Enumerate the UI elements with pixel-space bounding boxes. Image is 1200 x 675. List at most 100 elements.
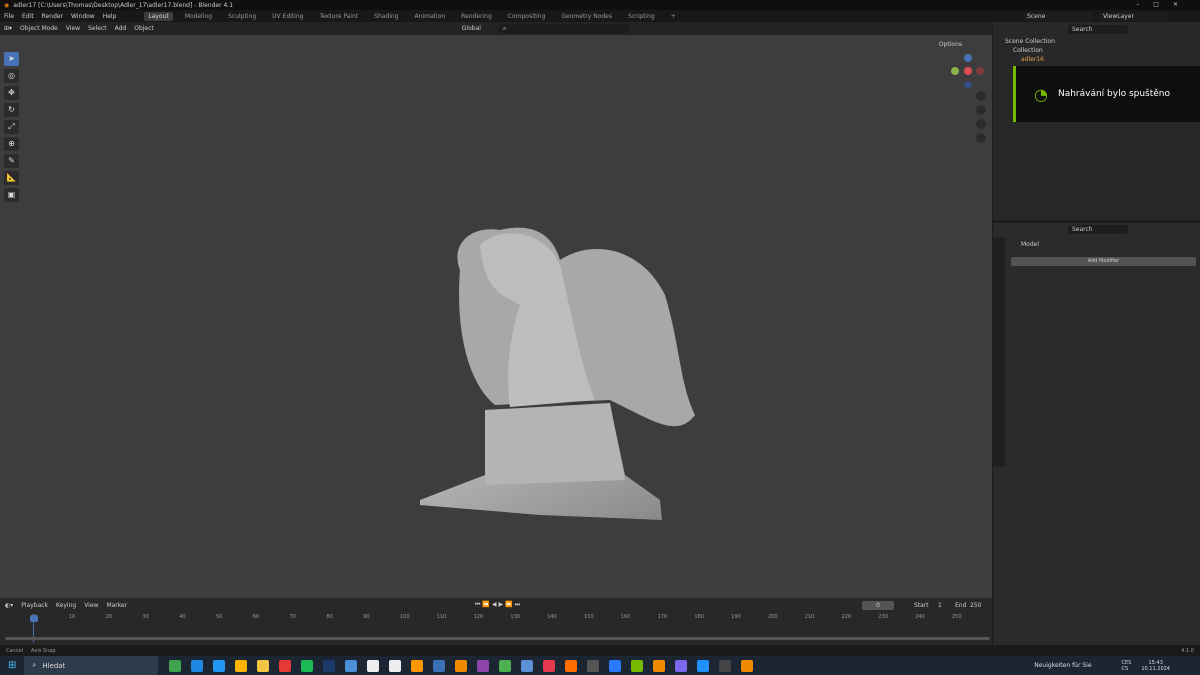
3d-viewport[interactable]: ➤ ◎ ✥ ↻ ⤢ ⊕ ✎ 📐 ▣ Options [0, 35, 992, 598]
tab-uv-editing[interactable]: UV Editing [268, 12, 307, 21]
view-layer-field[interactable]: ViewLayer [1099, 12, 1169, 21]
menu-playback[interactable]: Playback [21, 602, 48, 609]
outliner-search[interactable]: Search [1068, 25, 1128, 34]
timeline-scrollbar[interactable] [5, 637, 990, 640]
timeline[interactable]: ◐▾ Playback Keying View Marker ⏮⏪◀▶⏩⏭ 0 … [0, 598, 992, 645]
select-tool-icon[interactable]: ➤ [4, 52, 19, 66]
tool-shelf: ➤ ◎ ✥ ↻ ⤢ ⊕ ✎ 📐 ▣ [4, 52, 22, 202]
taskbar-app-icon[interactable] [213, 659, 226, 672]
transform-tool-icon[interactable]: ⊕ [4, 137, 19, 151]
tab-shading[interactable]: Shading [370, 12, 402, 21]
menu-edit[interactable]: Edit [22, 13, 34, 20]
taskbar-app-icon[interactable] [543, 659, 556, 672]
options-button[interactable]: Options [939, 41, 962, 48]
taskbar-app-icon[interactable] [697, 659, 710, 672]
scene-selector[interactable]: Scene ViewLayer [1023, 12, 1169, 21]
playhead[interactable] [30, 615, 38, 622]
menu-keying[interactable]: Keying [56, 602, 76, 609]
taskbar-app-icon[interactable] [631, 659, 644, 672]
orientation-select[interactable]: Global [462, 25, 481, 32]
taskbar-app-icon[interactable] [235, 659, 248, 672]
taskbar-app-icon[interactable] [279, 659, 292, 672]
tab-modeling[interactable]: Modeling [181, 12, 216, 21]
cursor-tool-icon[interactable]: ◎ [4, 69, 19, 83]
taskbar-app-icon[interactable] [565, 659, 578, 672]
outliner-item-scene-collection[interactable]: Scene Collection [1005, 38, 1055, 45]
properties-search[interactable]: Search [1068, 225, 1128, 234]
playback-controls[interactable]: ⏮⏪◀▶⏩⏭ [475, 601, 522, 609]
start-button-icon[interactable]: ⊞ [8, 660, 16, 671]
taskbar-app-icon[interactable] [323, 659, 336, 672]
taskbar-app-icon[interactable] [587, 659, 600, 672]
taskbar-app-icon[interactable] [477, 659, 490, 672]
properties-tabs[interactable] [993, 237, 1005, 467]
taskbar-app-icon[interactable] [521, 659, 534, 672]
taskbar-app-icon[interactable] [653, 659, 666, 672]
menu-view[interactable]: View [66, 25, 80, 32]
editor-type-icon[interactable]: ⊞▾ [4, 25, 12, 32]
tab-layout[interactable]: Layout [144, 11, 173, 21]
taskbar-app-icon[interactable] [301, 659, 314, 672]
rotate-tool-icon[interactable]: ↻ [4, 103, 19, 117]
taskbar-app-icon[interactable] [675, 659, 688, 672]
menu-render[interactable]: Render [42, 13, 63, 20]
menu-window[interactable]: Window [71, 13, 95, 20]
tab-animation[interactable]: Animation [411, 12, 450, 21]
taskbar: ⊞ ⌕ Hledat Neuigkeiten für Sie CES CS 15:4… [0, 656, 1200, 675]
taskbar-app-icon[interactable] [411, 659, 424, 672]
outliner-item-adler16[interactable]: adler16 [1021, 56, 1044, 63]
end-frame[interactable]: 250 [970, 602, 981, 609]
tab-geometry-nodes[interactable]: Geometry Nodes [557, 12, 616, 21]
menu-help[interactable]: Help [103, 13, 117, 20]
taskbar-search[interactable]: ⌕ Hledat [24, 656, 159, 675]
taskbar-app-icon[interactable] [455, 659, 468, 672]
current-frame-field[interactable]: 0 [862, 601, 894, 610]
language-indicator[interactable]: CES CS [1122, 660, 1132, 672]
scene-field[interactable]: Scene [1023, 12, 1093, 21]
mode-select[interactable]: Object Mode [20, 25, 58, 32]
outliner-item-collection[interactable]: Collection [1013, 47, 1043, 54]
clock-icon[interactable]: ◐▾ [5, 602, 13, 609]
taskbar-app-icon[interactable] [257, 659, 270, 672]
taskbar-app-icon[interactable] [719, 659, 732, 672]
tab-rendering[interactable]: Rendering [457, 12, 496, 21]
clock[interactable]: 15:43 10.11.2024 [1141, 660, 1170, 672]
eagle-statue-model[interactable] [410, 185, 710, 525]
taskbar-app-icon[interactable] [345, 659, 358, 672]
menu-view[interactable]: View [84, 602, 98, 609]
title-bar: ◉ adler17 [C:\Users\Thomas\Desktop\Adler… [0, 0, 1200, 10]
frame-tick-label: 20 [105, 614, 112, 620]
tab-sculpting[interactable]: Sculpting [224, 12, 260, 21]
tab-compositing[interactable]: Compositing [504, 12, 550, 21]
move-tool-icon[interactable]: ✥ [4, 86, 19, 100]
frame-ruler[interactable]: 0102030405060708090100110120130140150160… [0, 614, 992, 624]
taskbar-app-icon[interactable] [499, 659, 512, 672]
tab-scripting[interactable]: Scripting [624, 12, 659, 21]
frame-tick-label: 200 [768, 614, 778, 620]
add-modifier-button[interactable]: Add Modifier [1011, 257, 1196, 266]
taskbar-app-icon[interactable] [741, 659, 754, 672]
scale-tool-icon[interactable]: ⤢ [4, 120, 19, 134]
news-widget[interactable]: Neuigkeiten für Sie [1034, 662, 1091, 669]
taskbar-app-icon[interactable] [389, 659, 402, 672]
taskbar-app-icon[interactable] [169, 659, 182, 672]
viewport-search[interactable]: ⌕ [498, 23, 629, 34]
window-controls[interactable]: –□✕ [1136, 1, 1192, 8]
navigation-gizmo[interactable] [945, 50, 990, 160]
menu-add[interactable]: Add [115, 25, 127, 32]
add-cube-tool-icon[interactable]: ▣ [4, 188, 19, 202]
taskbar-app-icon[interactable] [367, 659, 380, 672]
measure-tool-icon[interactable]: 📐 [4, 171, 19, 185]
tab-texture-paint[interactable]: Texture Paint [315, 12, 362, 21]
menu-file[interactable]: File [4, 13, 14, 20]
taskbar-apps [164, 659, 758, 672]
menu-object[interactable]: Object [134, 25, 154, 32]
start-frame[interactable]: 1 [938, 602, 942, 609]
menu-marker[interactable]: Marker [106, 602, 127, 609]
taskbar-app-icon[interactable] [433, 659, 446, 672]
taskbar-app-icon[interactable] [609, 659, 622, 672]
annotate-tool-icon[interactable]: ✎ [4, 154, 19, 168]
add-workspace-button[interactable]: + [667, 12, 680, 21]
menu-select[interactable]: Select [88, 25, 107, 32]
taskbar-app-icon[interactable] [191, 659, 204, 672]
